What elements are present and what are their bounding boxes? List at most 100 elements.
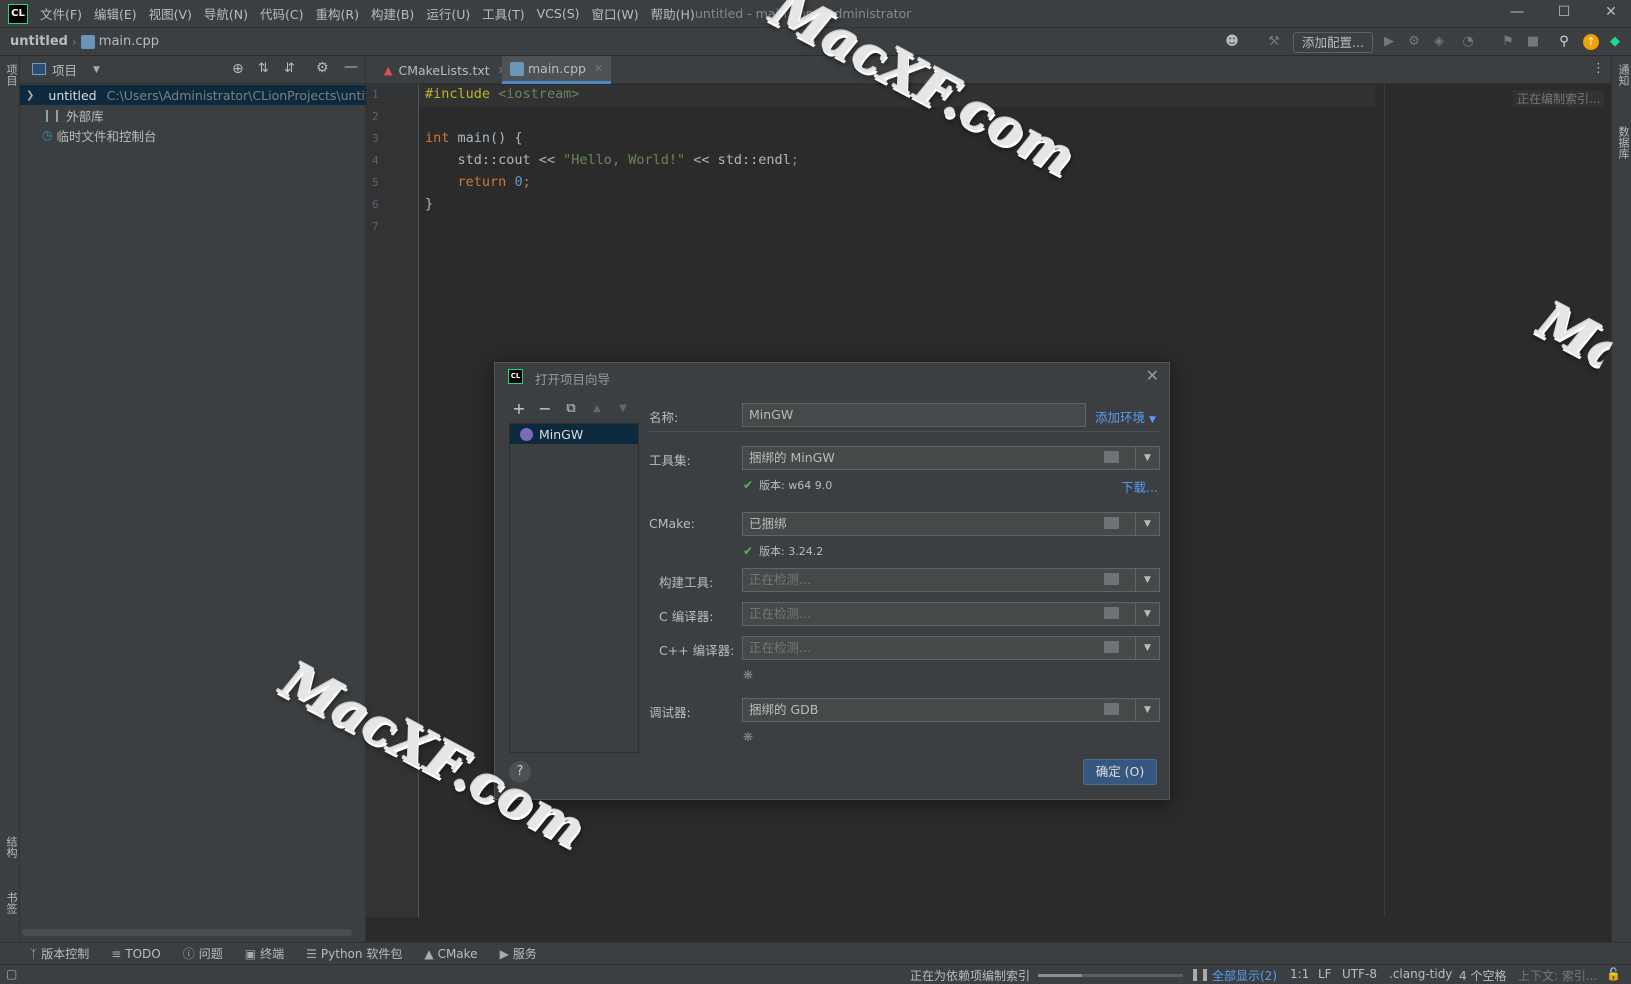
menu-edit[interactable]: 编辑(E) bbox=[94, 4, 137, 23]
menu-view[interactable]: 视图(V) bbox=[149, 4, 192, 23]
add-icon[interactable]: + bbox=[509, 399, 529, 419]
database-tool-tab[interactable]: 数据库 bbox=[1615, 126, 1631, 159]
cpp-compiler-placeholder: 正在检测... bbox=[749, 640, 811, 655]
maximize-icon[interactable]: ☐ bbox=[1552, 4, 1576, 24]
show-all-link[interactable]: 全部显示(2) bbox=[1212, 967, 1277, 984]
chevron-down-icon[interactable]: ▼ bbox=[1135, 447, 1159, 469]
add-environment-link[interactable]: 添加环境 ▼ bbox=[1095, 407, 1156, 426]
menu-tools[interactable]: 工具(T) bbox=[482, 4, 524, 23]
menu-code[interactable]: 代码(C) bbox=[260, 4, 303, 23]
chevron-down-icon[interactable]: ▼ bbox=[1135, 569, 1159, 591]
tree-item-scratches[interactable]: ◷ 临时文件和控制台 bbox=[20, 125, 366, 145]
move-up-icon[interactable]: ▲ bbox=[587, 399, 607, 419]
folder-icon[interactable] bbox=[1104, 641, 1119, 653]
help-button[interactable]: ? bbox=[509, 761, 531, 783]
close-icon[interactable]: ✕ bbox=[1146, 366, 1159, 385]
tool-problems[interactable]: ⓘ 问题 bbox=[183, 945, 223, 962]
lock-icon[interactable]: 🔓 bbox=[1606, 967, 1621, 981]
download-link[interactable]: 下载... bbox=[1121, 477, 1158, 496]
folder-icon[interactable] bbox=[1104, 703, 1119, 715]
dialog-title-bar[interactable]: CL 打开项目向导 ✕ bbox=[495, 363, 1171, 391]
menu-window[interactable]: 窗口(W) bbox=[592, 4, 639, 23]
context-indicator[interactable]: 上下文: 索引... bbox=[1518, 967, 1597, 984]
caret-position[interactable]: 1:1 bbox=[1290, 967, 1309, 981]
chevron-down-icon[interactable]: ▼ bbox=[1135, 603, 1159, 625]
expand-all-icon[interactable]: ⇅ bbox=[258, 61, 269, 76]
folder-icon[interactable] bbox=[1104, 517, 1119, 529]
tree-item-untitled[interactable]: ❯ untitled C:\Users\Administrator\CLionP… bbox=[20, 85, 366, 105]
hide-panel-icon[interactable]: — bbox=[344, 59, 358, 75]
chevron-down-icon[interactable]: ▼ bbox=[1135, 513, 1159, 535]
folder-icon[interactable] bbox=[1104, 607, 1119, 619]
coverage-icon[interactable]: ◈ bbox=[1431, 34, 1447, 50]
file-encoding[interactable]: UTF-8 bbox=[1342, 967, 1377, 981]
minimize-icon[interactable]: — bbox=[1505, 4, 1529, 24]
breadcrumb-project[interactable]: untitled bbox=[10, 34, 68, 49]
line-separator[interactable]: LF bbox=[1318, 967, 1332, 981]
folder-icon[interactable] bbox=[1104, 573, 1119, 585]
tool-version-control[interactable]: ᛉ 版本控制 bbox=[30, 945, 89, 962]
menu-refactor[interactable]: 重构(R) bbox=[316, 4, 359, 23]
project-panel-title[interactable]: 项目 bbox=[52, 60, 77, 79]
menu-navigate[interactable]: 导航(N) bbox=[204, 4, 248, 23]
indent-setting[interactable]: 4 个空格 bbox=[1459, 967, 1506, 984]
search-icon[interactable]: ⚲ bbox=[1556, 34, 1572, 50]
code-text[interactable]: #include <iostream> int main() { std::co… bbox=[419, 84, 1319, 244]
gear-icon[interactable]: ⚙ bbox=[316, 60, 329, 76]
folder-icon[interactable] bbox=[1104, 451, 1119, 463]
close-tab-icon[interactable]: ✕ bbox=[594, 62, 603, 75]
chevron-down-icon[interactable]: ▼ bbox=[1135, 637, 1159, 659]
linter-profile[interactable]: .clang-tidy bbox=[1389, 967, 1452, 981]
chevron-down-icon[interactable]: ▼ bbox=[1135, 699, 1159, 721]
ok-button[interactable]: 确定 (O) bbox=[1083, 759, 1157, 785]
cmake-select[interactable]: 已捆绑 ▼ bbox=[742, 512, 1160, 536]
c-compiler-select[interactable]: 正在检测... ▼ bbox=[742, 602, 1160, 626]
pause-icon[interactable]: ❚❚ bbox=[1190, 967, 1210, 981]
menu-vcs[interactable]: VCS(S) bbox=[537, 6, 580, 21]
debugger-select[interactable]: 捆绑的 GDB ▼ bbox=[742, 698, 1160, 722]
more-tabs-icon[interactable]: ⋮ bbox=[1592, 61, 1605, 76]
tool-terminal[interactable]: ▣ 终端 bbox=[245, 945, 284, 962]
chevron-down-icon[interactable]: ▼ bbox=[93, 65, 100, 75]
add-configuration-button[interactable]: 添加配置... bbox=[1293, 32, 1373, 53]
menu-help[interactable]: 帮助(H) bbox=[651, 4, 695, 23]
tool-python-packages[interactable]: ☰ Python 软件包 bbox=[306, 945, 402, 962]
remove-icon[interactable]: − bbox=[535, 399, 555, 419]
tab-main-cpp[interactable]: main.cpp ✕ bbox=[502, 56, 612, 84]
tool-services[interactable]: ▶ 服务 bbox=[500, 945, 537, 962]
copy-icon[interactable]: ⧉ bbox=[561, 399, 581, 419]
update-icon[interactable]: ↑ bbox=[1583, 34, 1599, 50]
tool-cmake[interactable]: ▲ CMake bbox=[424, 947, 477, 961]
breadcrumb-file[interactable]: main.cpp bbox=[99, 34, 159, 49]
menu-run[interactable]: 运行(U) bbox=[426, 4, 470, 23]
collapse-all-icon[interactable]: ⇵ bbox=[284, 61, 295, 76]
horizontal-scrollbar[interactable] bbox=[22, 929, 352, 936]
profile-icon[interactable]: ◔ bbox=[1460, 34, 1476, 50]
cpp-compiler-select[interactable]: 正在检测... ▼ bbox=[742, 636, 1160, 660]
bookmarks-tool-tab[interactable]: 书签 bbox=[3, 892, 19, 914]
structure-tool-tab[interactable]: 结构 bbox=[3, 836, 19, 858]
debug-icon[interactable]: ⚙ bbox=[1406, 34, 1422, 50]
project-tool-tab[interactable]: 项目 bbox=[3, 64, 19, 86]
build-tool-select[interactable]: 正在检测... ▼ bbox=[742, 568, 1160, 592]
user-icon[interactable]: ☻ bbox=[1224, 34, 1240, 50]
run-icon[interactable]: ▶ bbox=[1381, 34, 1397, 50]
chevron-right-icon[interactable]: ❯ bbox=[26, 90, 34, 101]
stop-icon[interactable]: ■ bbox=[1525, 34, 1541, 50]
attach-icon[interactable]: ⚑ bbox=[1500, 34, 1516, 50]
toolset-select[interactable]: 捆绑的 MinGW ▼ bbox=[742, 446, 1160, 470]
tree-item-external-libraries[interactable]: ❙❙ 外部库 bbox=[20, 105, 366, 125]
notifications-tool-tab[interactable]: 通知 bbox=[1615, 64, 1631, 86]
menu-build[interactable]: 构建(B) bbox=[371, 4, 414, 23]
toggle-tool-windows-icon[interactable]: ▢ bbox=[6, 967, 17, 981]
name-input[interactable]: MinGW bbox=[742, 403, 1086, 427]
jetbrains-icon[interactable]: ◆ bbox=[1607, 34, 1623, 50]
tab-cmakelists[interactable]: ▲ CMakeLists.txt ✕ bbox=[376, 56, 515, 84]
close-window-icon[interactable]: ✕ bbox=[1599, 4, 1623, 24]
build-hammer-icon[interactable]: ⚒ bbox=[1266, 34, 1282, 50]
locate-icon[interactable]: ⊕ bbox=[232, 61, 244, 77]
menu-file[interactable]: 文件(F) bbox=[40, 4, 82, 23]
move-down-icon[interactable]: ▼ bbox=[613, 399, 633, 419]
tool-todo[interactable]: ≡ TODO bbox=[111, 947, 161, 961]
toolchain-item-mingw[interactable]: MinGW bbox=[510, 424, 638, 444]
